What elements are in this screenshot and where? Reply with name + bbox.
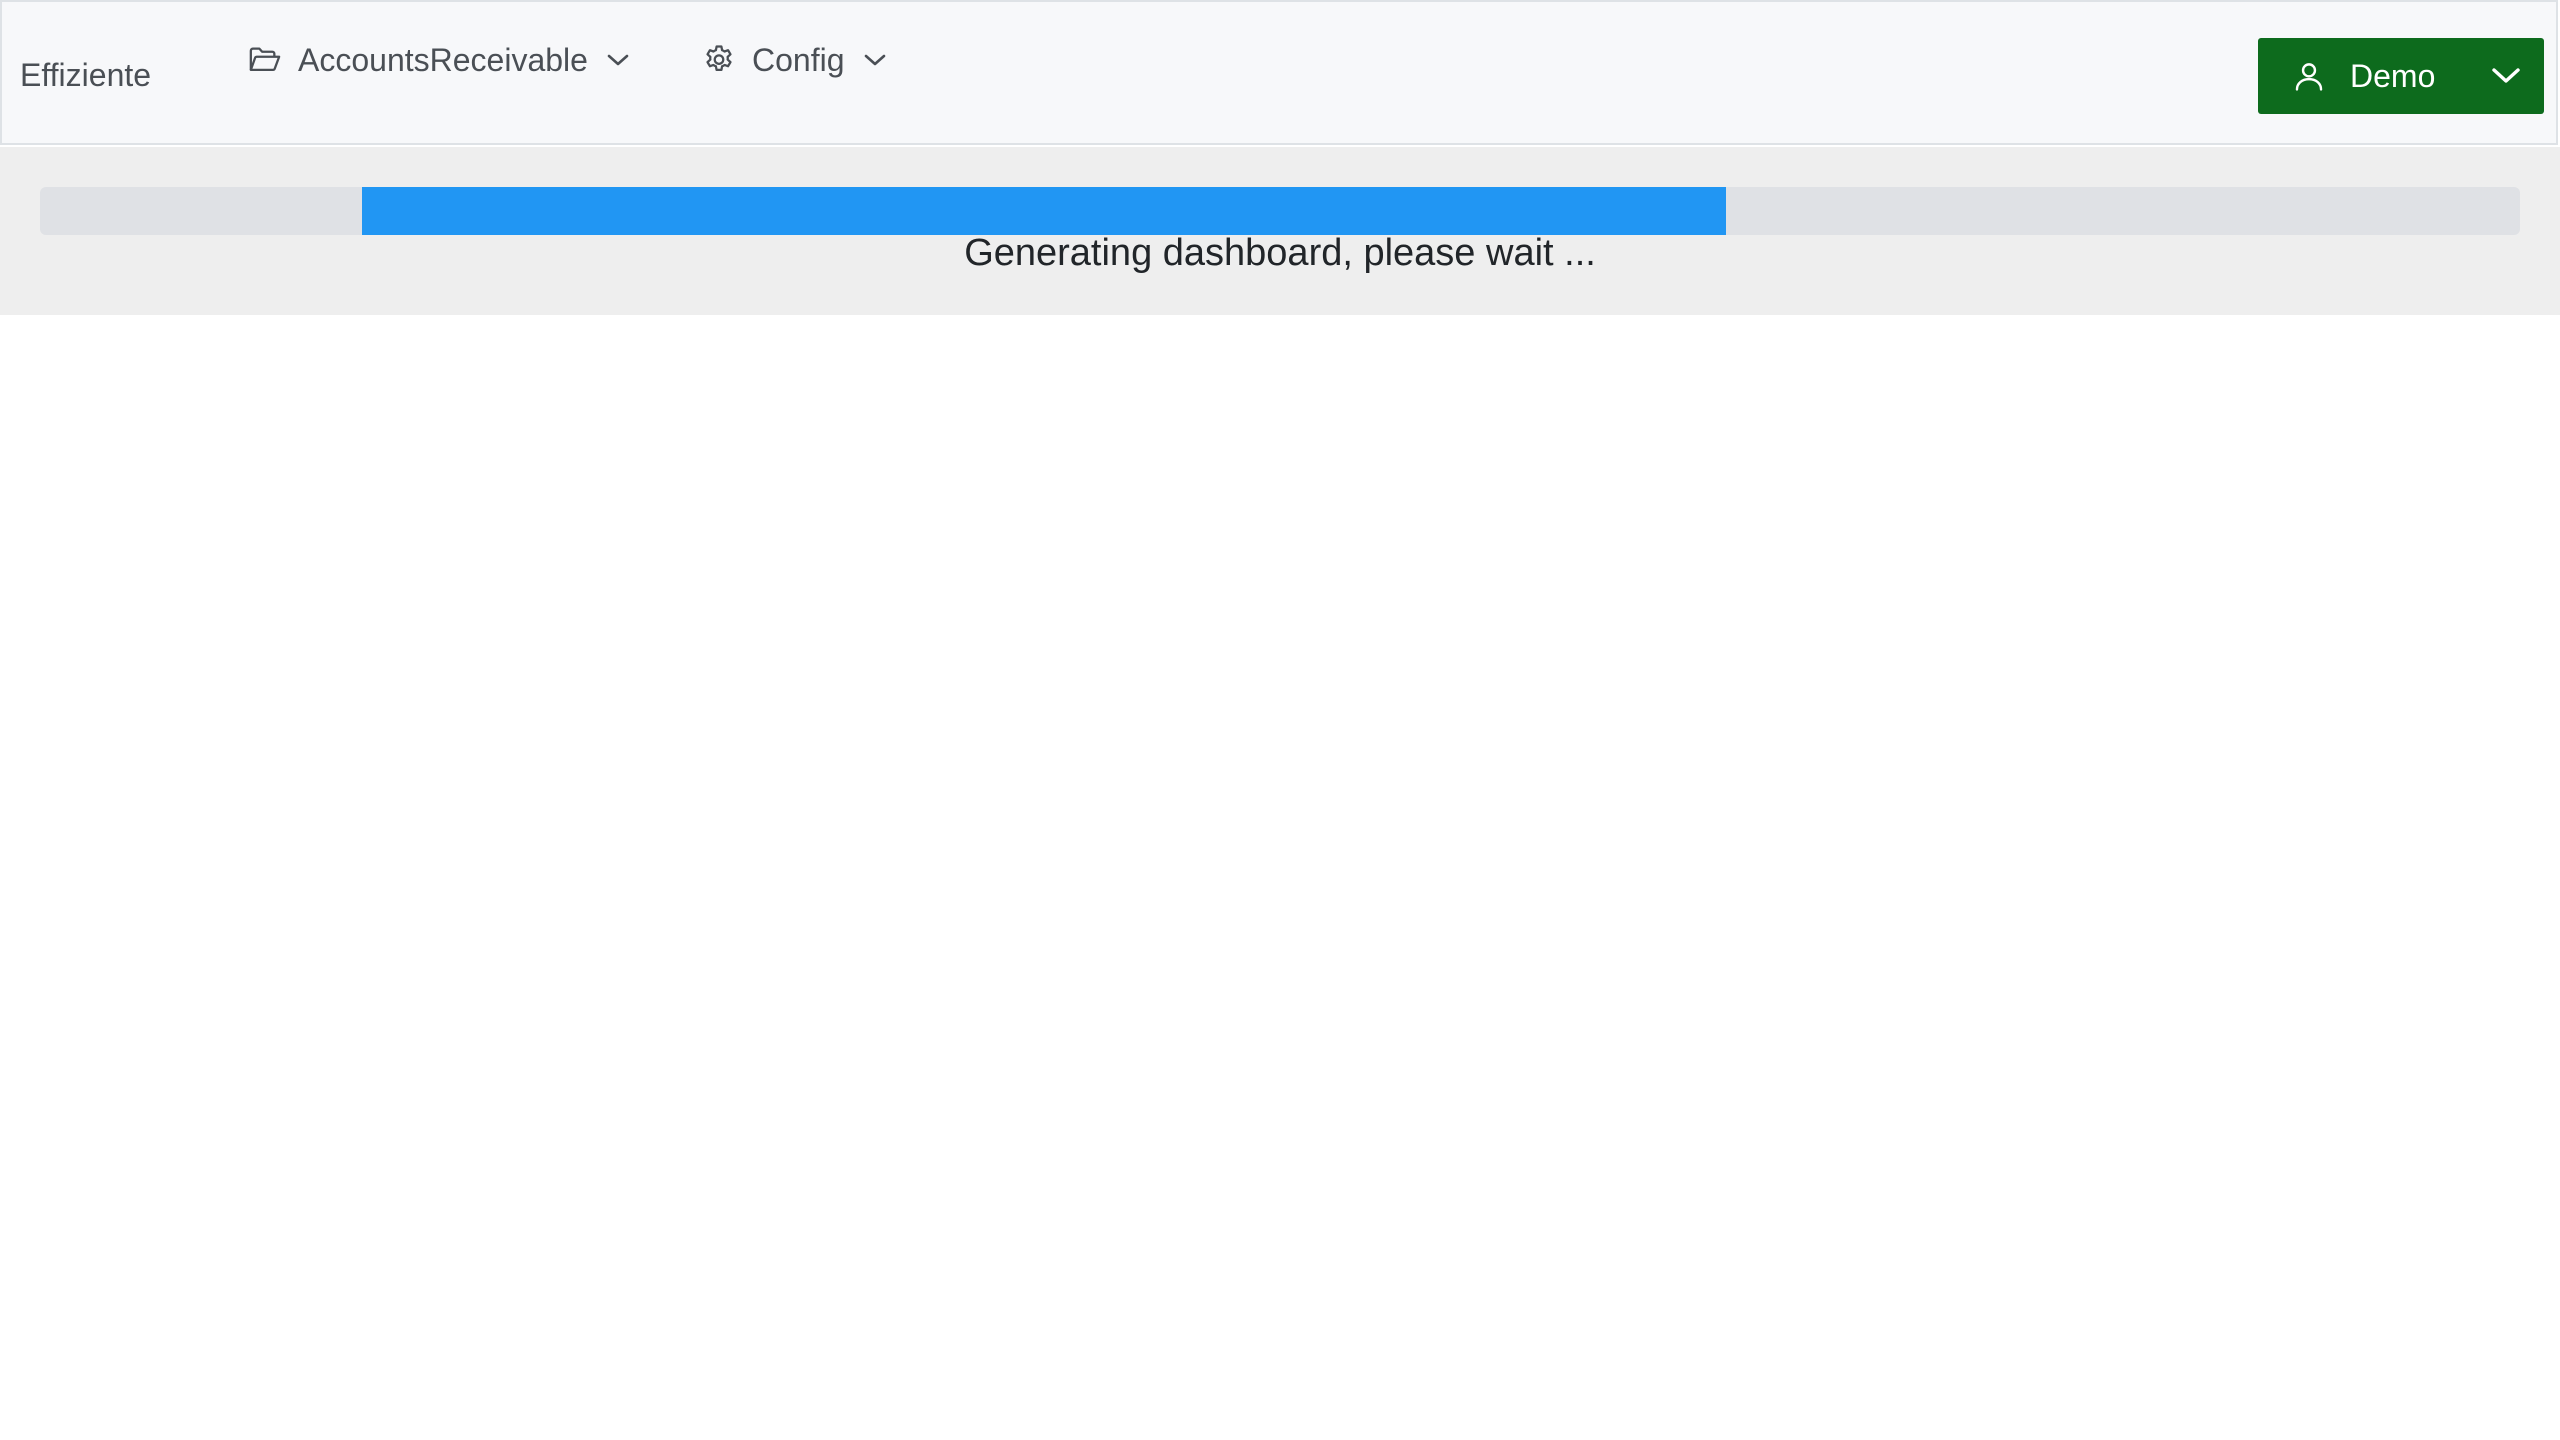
nav-config-label: Config [752,42,845,78]
gear-icon [702,43,736,77]
user-icon [2292,59,2326,93]
user-menu-group: Demo [2258,38,2544,114]
progress-bar-track [40,187,2520,235]
top-navbar: Effiziente AccountsReceivable Config Dem… [0,0,2558,145]
user-menu-toggle[interactable] [2468,38,2544,114]
user-name-label: Demo [2350,57,2436,94]
loading-message: Generating dashboard, please wait ... [964,232,1596,274]
nav-config-menu[interactable]: Config [702,38,887,82]
chevron-down-icon [863,53,887,67]
nav-accounts-receivable-menu[interactable]: AccountsReceivable [248,38,630,82]
loading-banner: Generating dashboard, please wait ... [0,147,2560,315]
folder-open-icon [248,45,282,75]
user-button[interactable]: Demo [2258,38,2468,114]
chevron-down-icon [606,53,630,67]
brand-logo[interactable]: Effiziente [20,56,151,94]
nav-accounts-label: AccountsReceivable [298,42,588,78]
chevron-down-icon [2491,67,2521,85]
progress-bar-fill [362,187,1726,235]
